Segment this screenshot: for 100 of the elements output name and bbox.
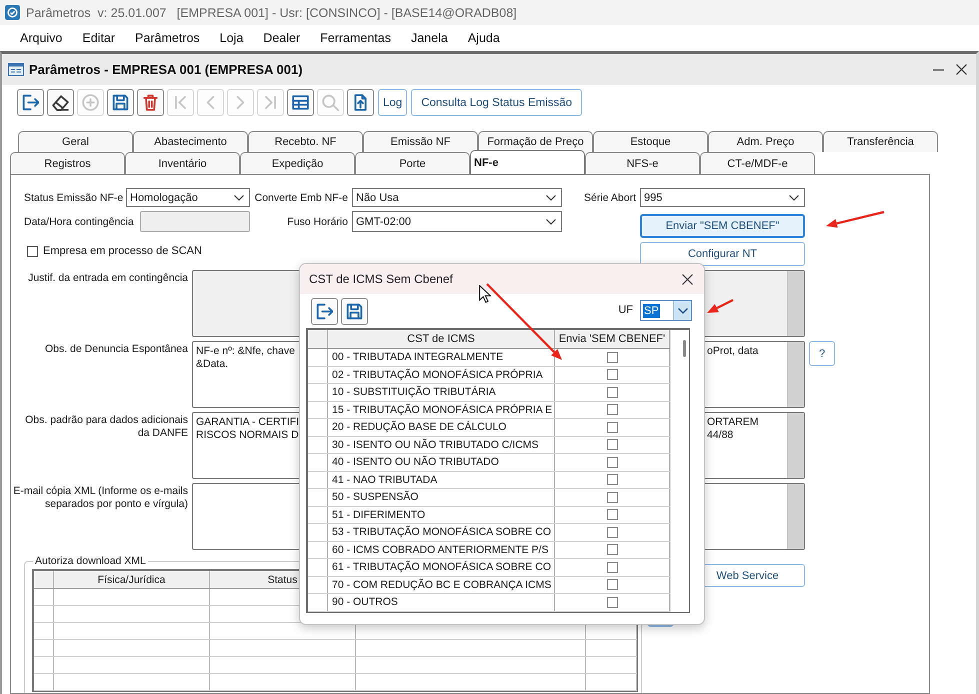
- field-text: GARANTIA - CERTIFI RISCOS NORMAIS D: [196, 416, 300, 442]
- scrollbar[interactable]: [787, 484, 804, 549]
- dropdown-value: SP: [643, 304, 660, 318]
- tab[interactable]: Porte: [355, 152, 470, 174]
- table-cell: 15 - TRIBUTAÇÃO MONOFÁSICA PRÓPRIA E: [332, 404, 552, 416]
- chevron-down-icon: [546, 218, 556, 224]
- menu-item[interactable]: Arquivo: [20, 31, 62, 45]
- checkbox[interactable]: [606, 422, 618, 433]
- search-icon: [322, 94, 339, 111]
- toolbar-button[interactable]: [137, 89, 164, 116]
- checkbox[interactable]: [606, 474, 618, 486]
- tab[interactable]: Registros: [10, 152, 125, 174]
- column-header: Status: [268, 574, 298, 586]
- help-button[interactable]: ?: [809, 341, 835, 366]
- field-label: Justif. da entrada em contingência: [28, 272, 188, 285]
- checkbox[interactable]: [606, 596, 618, 608]
- tab[interactable]: Estoque: [593, 131, 708, 152]
- table-cell: 61 - TRIBUTAÇÃO MONOFÁSICA SOBRE CO: [332, 561, 551, 574]
- table-cell: 90 - OUTROS: [332, 596, 398, 608]
- checkbox[interactable]: [606, 562, 618, 573]
- checkbox[interactable]: [606, 492, 618, 503]
- menu-item[interactable]: Janela: [410, 31, 448, 45]
- menu-item[interactable]: Loja: [220, 31, 244, 45]
- field-label: Série Abort: [584, 192, 636, 204]
- child-window-title: Parâmetros - EMPRESA 001 (EMPRESA 001): [29, 62, 303, 77]
- timezone-dropdown[interactable]: GMT-02:00: [352, 211, 562, 232]
- tab[interactable]: Transferência: [823, 131, 938, 152]
- tab[interactable]: Recebto. NF: [248, 131, 363, 152]
- tab[interactable]: CT-e/MDF-e: [700, 152, 815, 174]
- scrollbar[interactable]: [670, 330, 689, 612]
- converter-dropdown[interactable]: Não Usa: [352, 188, 562, 207]
- toolbar-text-button[interactable]: Log: [378, 89, 408, 116]
- chevron-down-icon: [678, 308, 688, 314]
- checkbox[interactable]: [606, 456, 618, 468]
- empty-table-row[interactable]: [34, 623, 637, 640]
- tab[interactable]: Adm. Preço: [708, 131, 823, 152]
- table-cell: 30 - ISENTO OU NÃO TRIBUTADO C/ICMS: [332, 438, 539, 451]
- toolbar-button[interactable]: [287, 89, 314, 116]
- scrollbar-thumb[interactable]: [683, 340, 686, 357]
- scrollbar[interactable]: [787, 413, 804, 478]
- field-text: NF-e nº: &Nfe, chave &Data.: [196, 345, 295, 371]
- checkbox[interactable]: [606, 544, 618, 556]
- field-label: E-mail cópia XML (Informe os e-mails separados por ponto e vírgula): [13, 485, 188, 511]
- checkbox[interactable]: [606, 352, 618, 363]
- state-dropdown[interactable]: SP: [640, 300, 692, 321]
- table-cell: 41 - NAO TRIBUTADA: [332, 474, 438, 486]
- table-cell: 00 - TRIBUTADA INTEGRALMENTE: [332, 351, 504, 364]
- toolbar-button[interactable]: [341, 298, 368, 325]
- table-cell: 20 - REDUÇÃO BASE DE CÁLCULO: [332, 421, 506, 434]
- tab[interactable]: Geral: [18, 131, 133, 152]
- chevron-down-icon: [234, 194, 244, 200]
- menu-item[interactable]: Editar: [82, 31, 116, 45]
- series-dropdown[interactable]: 995: [640, 188, 805, 207]
- send-button[interactable]: Enviar "SEM CBENEF": [640, 214, 805, 238]
- menu-item[interactable]: Ajuda: [468, 31, 500, 45]
- close-icon[interactable]: [956, 64, 967, 75]
- plus-circle-icon: [82, 94, 99, 111]
- checkbox[interactable]: [606, 579, 618, 590]
- table-cell: 50 - SUSPENSÃO: [332, 491, 418, 504]
- checkbox[interactable]: [606, 386, 618, 398]
- toolbar-button[interactable]: [347, 89, 374, 116]
- table-cell: 60 - ICMS COBRADO ANTERIORMENTE P/S: [332, 544, 548, 556]
- toolbar-button[interactable]: [47, 89, 74, 116]
- status-dropdown[interactable]: Homologação: [126, 188, 250, 207]
- document-arrow-icon: [352, 94, 369, 111]
- checkbox[interactable]: [606, 439, 618, 450]
- close-icon[interactable]: [682, 274, 693, 284]
- menu-item[interactable]: Ferramentas: [320, 31, 391, 45]
- checkbox[interactable]: [606, 526, 618, 538]
- field-label: UF: [618, 304, 633, 316]
- toolbar-button[interactable]: [107, 89, 134, 116]
- column-header: CST de ICMS: [407, 333, 475, 345]
- column-header: Física/Jurídica: [98, 574, 166, 586]
- dialog-title: CST de ICMS Sem Cbenef: [309, 272, 453, 286]
- group-title: Autoriza download XML: [34, 555, 147, 567]
- tab[interactable]: Abastecimento: [133, 131, 248, 152]
- checkbox[interactable]: [606, 509, 618, 520]
- toolbar-button[interactable]: [311, 298, 338, 325]
- tab[interactable]: Expedição: [240, 152, 355, 174]
- table-cell: 51 - DIFERIMENTO: [332, 508, 426, 521]
- tab[interactable]: Formação de Preço: [478, 131, 593, 152]
- field-label: Status Emissão NF-e: [24, 192, 124, 204]
- tab[interactable]: Inventário: [125, 152, 240, 174]
- dropdown-button[interactable]: [673, 301, 691, 320]
- menu-item[interactable]: Parâmetros: [135, 31, 200, 45]
- field-text: ORTAREM 44/88: [707, 416, 759, 442]
- toolbar-text-button[interactable]: Consulta Log Status Emissão: [411, 89, 582, 116]
- scrollbar[interactable]: [787, 342, 804, 407]
- tab[interactable]: Emissão NF: [363, 131, 478, 152]
- tab[interactable]: NFS-e: [585, 152, 700, 174]
- checkbox[interactable]: [606, 404, 618, 416]
- skip-forward-icon: [262, 94, 279, 111]
- tab[interactable]: NF-e: [470, 150, 585, 175]
- menu-item[interactable]: Dealer: [263, 31, 300, 45]
- toolbar-button[interactable]: [17, 89, 44, 116]
- configure-button[interactable]: Configurar NT: [640, 242, 805, 266]
- checkbox[interactable]: [27, 246, 38, 256]
- skip-back-icon: [172, 94, 189, 111]
- minimize-icon[interactable]: [933, 68, 944, 70]
- checkbox[interactable]: [606, 369, 618, 380]
